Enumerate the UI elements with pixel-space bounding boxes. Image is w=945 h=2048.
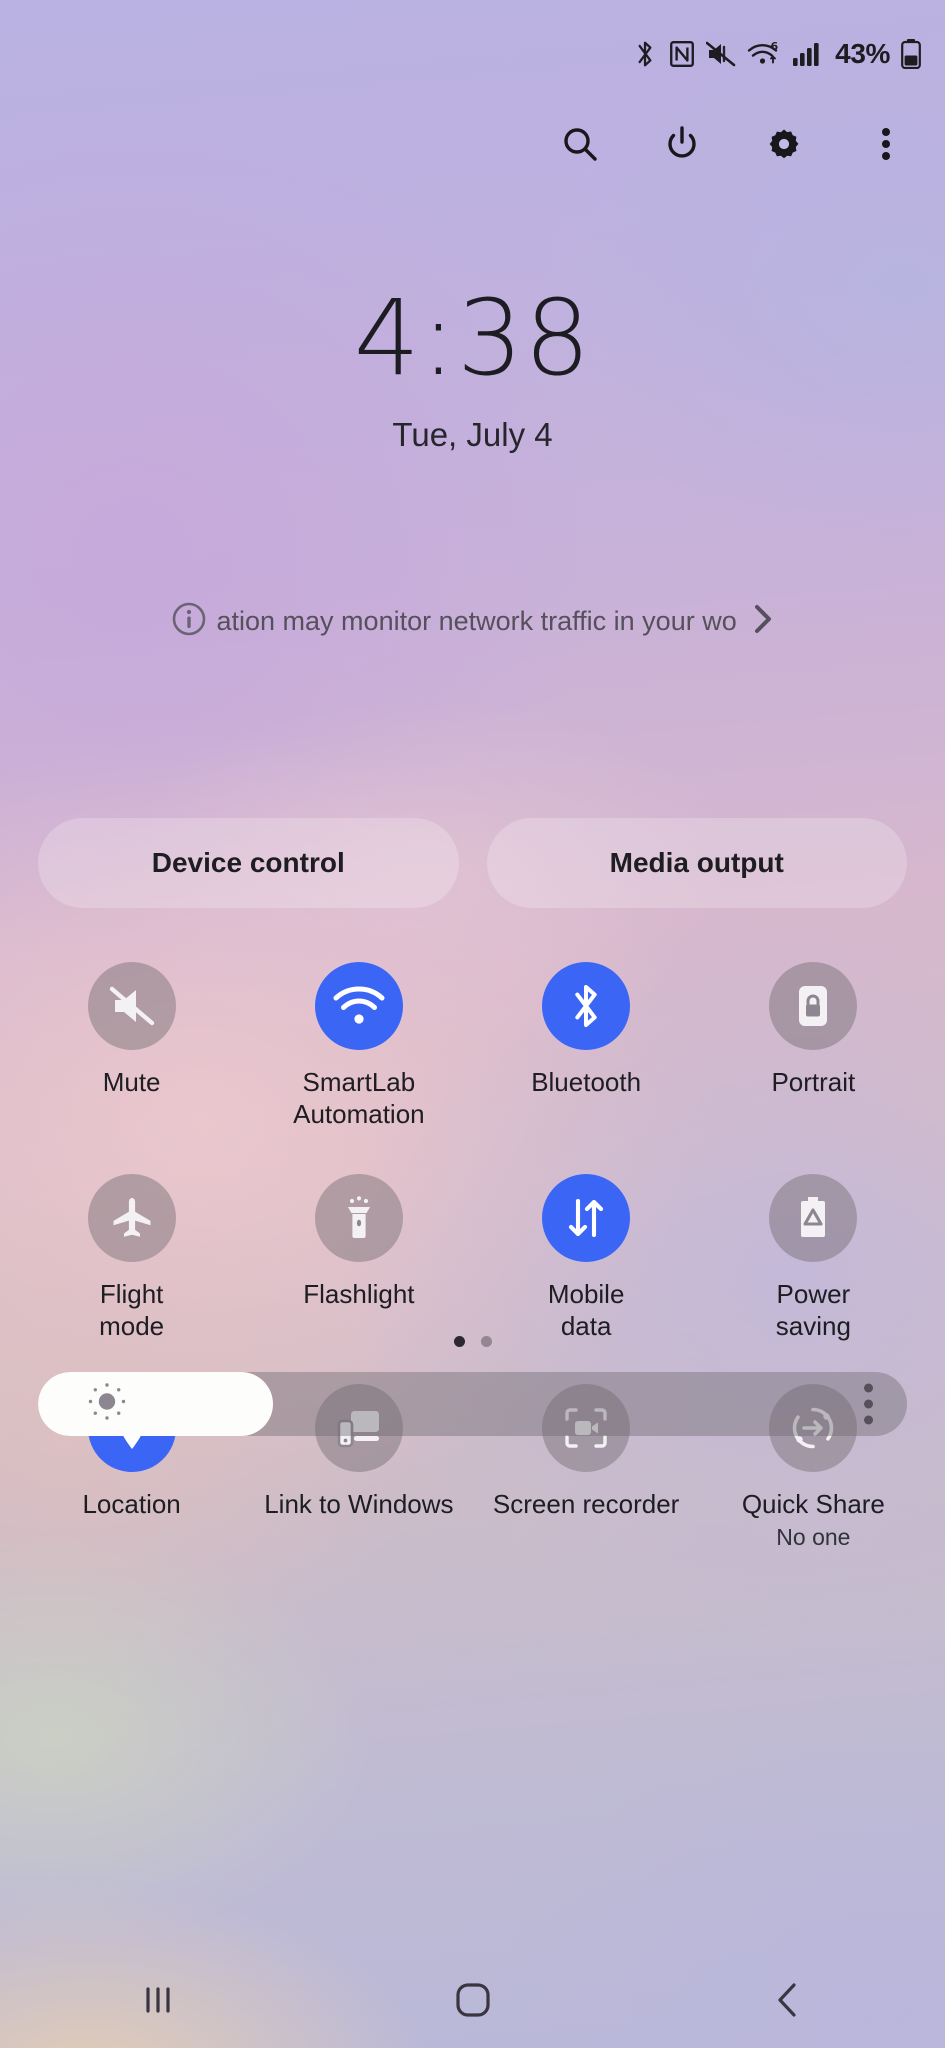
tile-smartlab-automation[interactable]: SmartLab Automation	[245, 962, 472, 1130]
tile-label: Location	[82, 1489, 181, 1519]
tile-label: Mute	[102, 1067, 161, 1097]
recents-button[interactable]	[0, 1982, 315, 2018]
navigation-bar	[0, 1952, 945, 2048]
settings-button[interactable]	[759, 119, 809, 169]
back-button[interactable]	[630, 1980, 945, 2020]
tile-label: Quick Share	[741, 1489, 885, 1519]
quick-panel-header	[0, 108, 945, 180]
battery-icon	[901, 39, 921, 69]
mute-icon	[87, 962, 176, 1050]
tile-label: Flight mode	[99, 1279, 165, 1341]
brightness-slider[interactable]	[38, 1372, 907, 1436]
tile-row: Mute SmartLab Automation Bluetooth Portr…	[18, 962, 927, 1130]
clock-block[interactable]: 4:38 Tue, July 4	[0, 286, 945, 454]
bluetooth-icon	[632, 39, 658, 69]
page-dot-2[interactable]	[480, 1336, 492, 1347]
power-saving-icon	[769, 1174, 858, 1262]
tile-flight-mode[interactable]: Flight mode	[18, 1174, 245, 1342]
clock-time: 4:38	[353, 277, 592, 399]
status-bar: 6 43%	[0, 0, 945, 108]
signal-icon	[792, 41, 822, 67]
tile-power-saving[interactable]: Power saving	[700, 1174, 927, 1342]
clock-date: Tue, July 4	[392, 416, 553, 453]
tile-mute[interactable]: Mute	[18, 962, 245, 1130]
tile-label: Link to Windows	[264, 1489, 454, 1519]
brightness-options-button[interactable]	[864, 1383, 873, 1425]
search-button[interactable]	[555, 119, 605, 169]
work-profile-notice-text: ation may monitor network traffic in you…	[216, 605, 737, 636]
quick-settings-grid: Mute SmartLab Automation Bluetooth Portr…	[18, 962, 927, 1551]
media-output-button[interactable]: Media output	[486, 818, 907, 908]
wifi-6-icon: 6	[747, 40, 781, 68]
device-control-button[interactable]: Device control	[38, 818, 459, 908]
home-button[interactable]	[315, 1980, 630, 2020]
nfc-icon	[669, 40, 695, 68]
tile-mobile-data[interactable]: Mobile data	[473, 1174, 700, 1342]
wifi-icon	[314, 962, 403, 1050]
brightness-fill	[38, 1372, 273, 1436]
mute-icon	[706, 41, 736, 67]
data-transfer-icon	[542, 1174, 631, 1262]
panel-shortcut-row: Device control Media output	[38, 818, 907, 908]
chevron-right-icon[interactable]	[751, 603, 775, 640]
more-options-button[interactable]	[861, 119, 911, 169]
tile-bluetooth[interactable]: Bluetooth	[473, 962, 700, 1130]
power-button[interactable]	[657, 119, 707, 169]
tile-sublabel: No one	[776, 1524, 851, 1550]
tile-label: Power saving	[775, 1279, 851, 1341]
tile-label: Flashlight	[303, 1279, 415, 1309]
tile-label: Portrait	[771, 1067, 856, 1097]
rotation-lock-icon	[769, 962, 858, 1050]
tile-flashlight[interactable]: Flashlight	[245, 1174, 472, 1342]
bluetooth-icon	[542, 962, 631, 1050]
svg-text:6: 6	[771, 40, 779, 53]
tile-label: Bluetooth	[531, 1067, 642, 1097]
tile-label: Screen recorder	[492, 1489, 680, 1519]
page-dot-1[interactable]	[453, 1336, 465, 1347]
tile-row: Flight mode Flashlight Mobile data Power…	[18, 1174, 927, 1342]
flashlight-icon	[314, 1174, 403, 1262]
page-indicator	[0, 1336, 945, 1347]
battery-percent-label: 43%	[835, 38, 890, 69]
airplane-icon	[87, 1174, 176, 1262]
info-icon	[171, 601, 207, 642]
tile-portrait[interactable]: Portrait	[700, 962, 927, 1130]
tile-label: Mobile data	[547, 1279, 625, 1341]
work-profile-notice[interactable]: ation may monitor network traffic in you…	[0, 597, 945, 645]
overflow-menu-icon	[864, 1383, 873, 1393]
brightness-icon	[86, 1381, 128, 1428]
tile-label: SmartLab Automation	[293, 1067, 425, 1129]
